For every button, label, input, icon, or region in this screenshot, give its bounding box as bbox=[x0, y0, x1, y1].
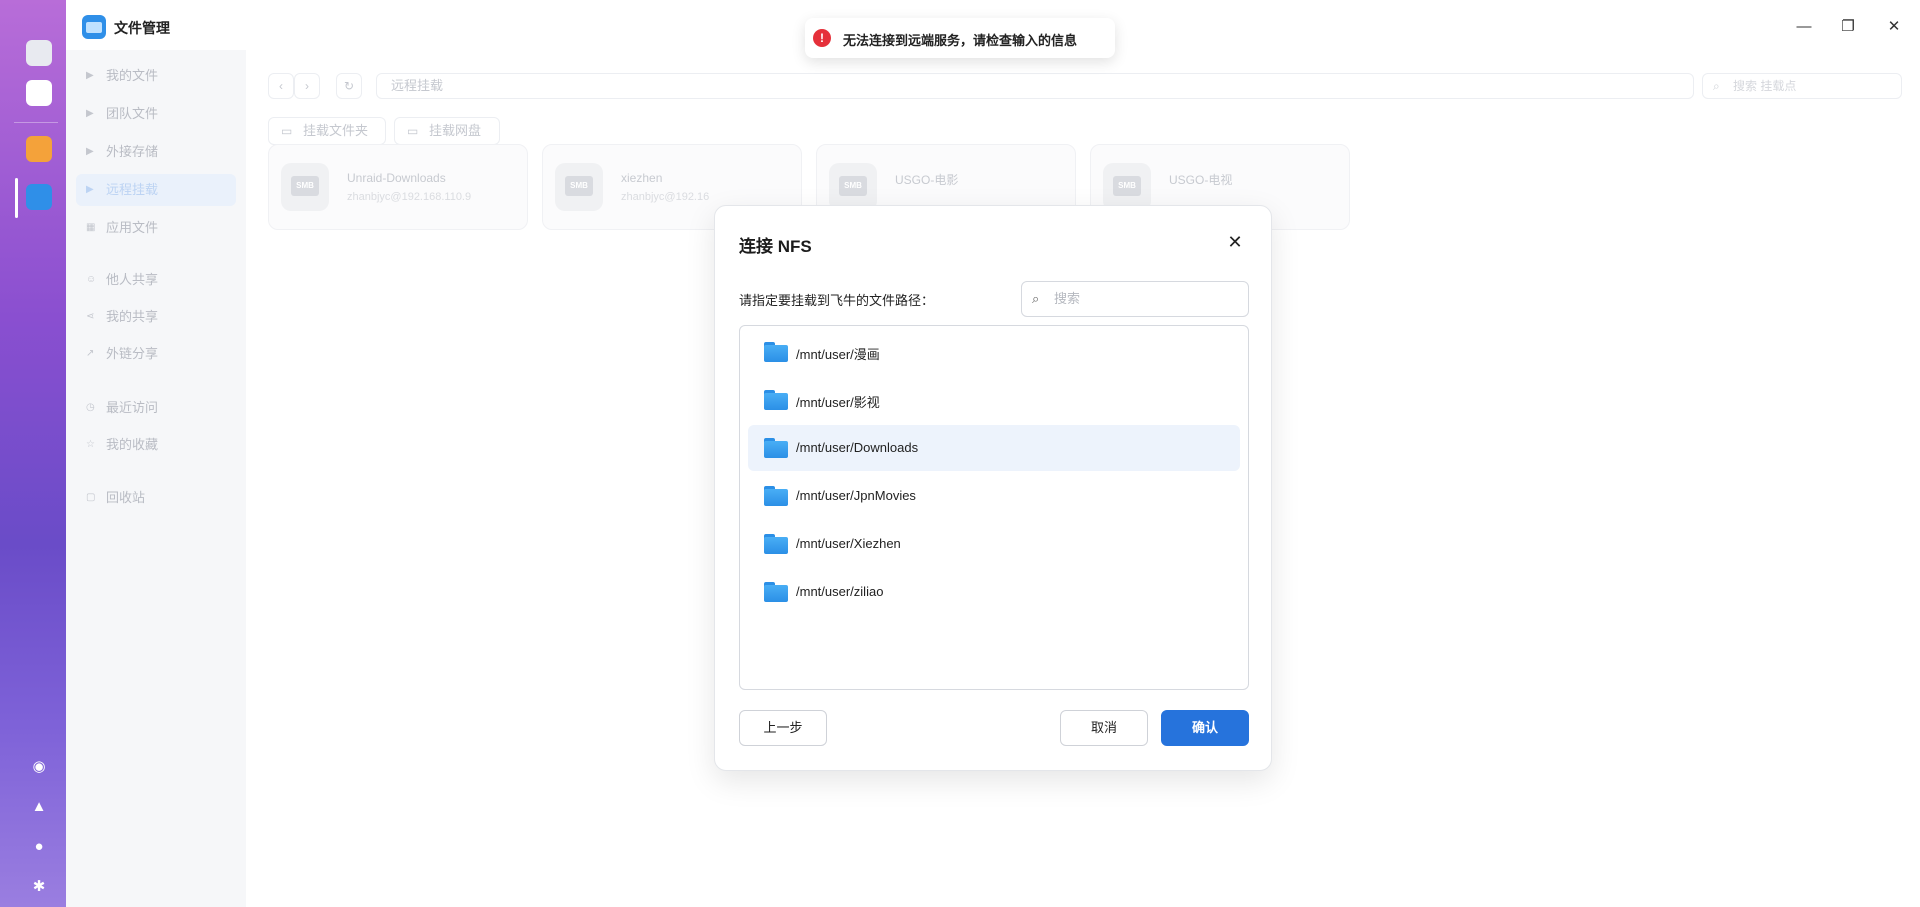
previous-step-button[interactable]: 上一步 bbox=[739, 710, 827, 746]
folder-icon bbox=[764, 486, 788, 506]
folder-row-selected[interactable]: /mnt/user/Downloads bbox=[748, 425, 1240, 471]
file-manager-dock-icon[interactable] bbox=[26, 184, 52, 210]
mount-netdisk-button[interactable]: ▭ 挂载网盘 bbox=[394, 117, 500, 145]
dock-divider bbox=[14, 122, 58, 123]
star-icon: ☆ bbox=[86, 439, 95, 450]
sidebar-item-app-files[interactable]: ▦ 应用文件 bbox=[76, 212, 236, 244]
dialog-title: 连接 NFS bbox=[739, 237, 812, 256]
sidebar: ▶ 我的文件 ▶ 团队文件 ▶ 外接存储 ▶ 远程挂载 ▦ 应用文件 ☺ 他人共享 ⋖ 我的共… bbox=[66, 50, 246, 907]
maximize-icon[interactable]: ❐ bbox=[1838, 17, 1858, 37]
folder-path: /mnt/user/Xiezhen bbox=[796, 536, 901, 551]
sidebar-item-link-shares[interactable]: ↗ 外链分享 bbox=[76, 338, 236, 370]
folder-plus-icon: ▭ bbox=[281, 124, 293, 138]
folder-path: /mnt/user/Downloads bbox=[796, 440, 919, 455]
sidebar-item-external-storage[interactable]: ▶ 外接存储 bbox=[76, 136, 236, 168]
external-link-icon: ↗ bbox=[86, 348, 95, 359]
folder-row[interactable]: /mnt/user/Xiezhen bbox=[748, 521, 1240, 567]
mount-card[interactable]: SMB Unraid-Downloads zhanbjyc@192.168.11… bbox=[268, 144, 528, 230]
user-icon[interactable]: ● bbox=[28, 836, 50, 858]
app-center-icon[interactable] bbox=[26, 80, 52, 106]
folder-icon bbox=[764, 342, 788, 362]
close-icon[interactable]: ✕ bbox=[1223, 230, 1247, 254]
mount-name: USGO-电影 bbox=[895, 173, 959, 187]
folder-row[interactable]: /mnt/user/JpnMovies bbox=[748, 473, 1240, 519]
mount-search-input[interactable]: ⌕ 搜索 挂载点 bbox=[1702, 73, 1902, 99]
mount-name: Unraid-Downloads bbox=[347, 171, 446, 185]
sidebar-item-my-shares[interactable]: ⋖ 我的共享 bbox=[76, 301, 236, 333]
cloud-folder-icon: ▭ bbox=[407, 124, 419, 138]
mount-address: zhanbjyc@192.168.110.9 bbox=[347, 191, 472, 203]
folder-path: /mnt/user/JpnMovies bbox=[796, 488, 916, 503]
confirm-button[interactable]: 确认 bbox=[1161, 710, 1249, 746]
toast-message: 无法连接到远端服务，请检查输入的信息 bbox=[843, 33, 1078, 48]
folder-path: /mnt/user/影视 bbox=[796, 395, 880, 410]
notes-icon[interactable] bbox=[26, 136, 52, 162]
folder-row[interactable]: /mnt/user/影视 bbox=[748, 377, 1240, 423]
folder-icon bbox=[764, 534, 788, 554]
smb-drive-icon: SMB bbox=[281, 163, 329, 211]
chevron-right-icon: ▶ bbox=[86, 70, 94, 81]
folder-icon bbox=[764, 582, 788, 602]
chevron-right-icon: ▶ bbox=[86, 146, 94, 157]
cancel-button[interactable]: 取消 bbox=[1060, 710, 1148, 746]
smb-drive-icon: SMB bbox=[829, 163, 877, 211]
smb-drive-icon: SMB bbox=[555, 163, 603, 211]
bell-icon[interactable]: ▲ bbox=[28, 796, 50, 818]
desktop-dock: ◉ ▲ ● ✱ bbox=[0, 0, 66, 907]
monitor-icon[interactable] bbox=[26, 40, 52, 66]
search-icon: ⌕ bbox=[1032, 291, 1040, 306]
share-icon: ⋖ bbox=[86, 311, 95, 322]
sidebar-item-recycle-bin[interactable]: ▢ 回收站 bbox=[76, 482, 236, 514]
folder-path: /mnt/user/ziliao bbox=[796, 584, 884, 599]
refresh-button[interactable]: ↻ bbox=[336, 73, 362, 99]
mount-name: xiezhen bbox=[621, 171, 663, 185]
sidebar-item-favorites[interactable]: ☆ 我的收藏 bbox=[76, 429, 236, 461]
mount-address: zhanbjyc@192.16 bbox=[621, 191, 710, 203]
chevron-right-icon: ▶ bbox=[86, 184, 94, 195]
back-button[interactable]: ‹ bbox=[268, 73, 294, 99]
folder-path: /mnt/user/漫画 bbox=[796, 347, 880, 362]
mount-folder-button[interactable]: ▭ 挂载文件夹 bbox=[268, 117, 386, 145]
clock-icon: ◷ bbox=[86, 402, 95, 413]
window-title: 文件管理 bbox=[114, 20, 170, 36]
folder-icon bbox=[764, 390, 788, 410]
path-prompt-label: 请指定要挂载到飞牛的文件路径： bbox=[739, 293, 935, 308]
mount-name: USGO-电视 bbox=[1169, 173, 1233, 187]
folder-row[interactable]: /mnt/user/ziliao bbox=[748, 569, 1240, 615]
minimize-icon[interactable]: — bbox=[1794, 17, 1814, 37]
dock-active-indicator bbox=[15, 178, 18, 218]
sidebar-item-shared-with-me[interactable]: ☺ 他人共享 bbox=[76, 264, 236, 296]
error-icon: ! bbox=[813, 29, 831, 47]
settings-icon[interactable]: ✱ bbox=[28, 876, 50, 898]
smb-drive-icon: SMB bbox=[1103, 163, 1151, 211]
sidebar-item-remote-mount[interactable]: ▶ 远程挂载 bbox=[76, 174, 236, 206]
grid-icon: ▦ bbox=[86, 222, 96, 233]
forward-button[interactable]: › bbox=[294, 73, 320, 99]
speed-icon[interactable]: ◉ bbox=[28, 756, 50, 778]
sidebar-item-team-files[interactable]: ▶ 团队文件 bbox=[76, 98, 236, 130]
folder-row[interactable]: /mnt/user/漫画 bbox=[748, 329, 1240, 375]
folder-list: /mnt/user/漫画 /mnt/user/影视 /mnt/user/Down… bbox=[739, 325, 1249, 690]
trash-icon: ▢ bbox=[86, 492, 96, 503]
file-manager-app-icon bbox=[82, 15, 106, 39]
error-toast: ! 无法连接到远端服务，请检查输入的信息 bbox=[805, 18, 1115, 58]
folder-search-input[interactable]: ⌕ 搜索 bbox=[1021, 281, 1249, 317]
search-icon: ⌕ bbox=[1713, 79, 1720, 93]
chevron-right-icon: ▶ bbox=[86, 108, 94, 119]
folder-icon bbox=[764, 438, 788, 458]
close-window-icon[interactable]: ✕ bbox=[1884, 17, 1904, 37]
user-share-icon: ☺ bbox=[86, 274, 97, 285]
path-bar[interactable]: 远程挂载 bbox=[376, 73, 1694, 99]
sidebar-item-recent[interactable]: ◷ 最近访问 bbox=[76, 392, 236, 424]
connect-nfs-dialog: 连接 NFS ✕ 请指定要挂载到飞牛的文件路径： ⌕ 搜索 /mnt/user/漫… bbox=[714, 205, 1272, 771]
sidebar-item-my-files[interactable]: ▶ 我的文件 bbox=[76, 60, 236, 92]
